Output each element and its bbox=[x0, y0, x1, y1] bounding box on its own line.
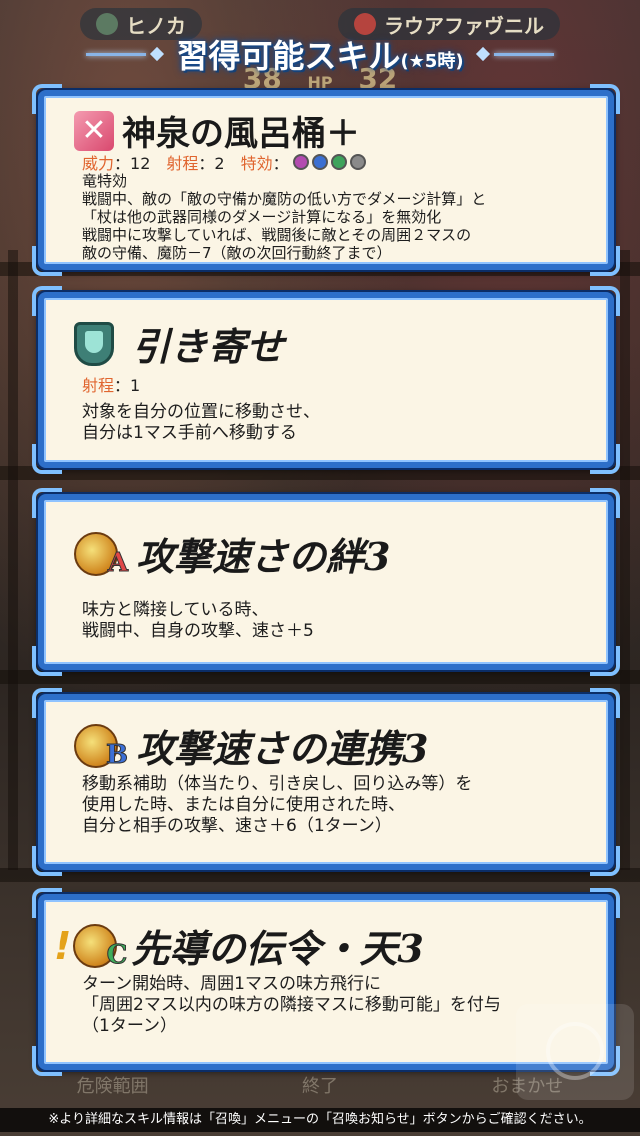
dragon-effective-icon bbox=[292, 154, 309, 170]
skill-name: 神泉の風呂桶＋ bbox=[122, 114, 360, 154]
weapon-icon: ✕ bbox=[74, 110, 114, 151]
footer-note: ※より詳細なスキル情報は「召喚」メニューの「召喚お知らせ」ボタンからご確認くださ… bbox=[0, 1108, 640, 1132]
skill-header: A 攻撃速さの絆3 bbox=[74, 526, 390, 581]
title-ornament bbox=[493, 52, 554, 56]
armor-effective-icon bbox=[311, 154, 328, 170]
background-post bbox=[620, 250, 630, 870]
skill-name: 引き寄せ bbox=[132, 324, 285, 369]
background-post bbox=[8, 250, 18, 870]
passive-c-icon: C bbox=[73, 923, 128, 970]
skill-description: 竜特効 戦闘中、敵の「敵の守備か魔防の低い方でダメージ計算」と 「杖は他の武器同… bbox=[82, 172, 487, 262]
page-title: 習得可能スキル(★5時) bbox=[176, 37, 464, 75]
passive-a-icon: A bbox=[74, 531, 129, 578]
skill-header: ! C 先導の伝令・天3 bbox=[54, 918, 424, 973]
passive-b-icon: B bbox=[74, 723, 128, 770]
skill-header: B 攻撃速さの連携3 bbox=[74, 718, 428, 773]
skill-description: 対象を自分の位置に移動させ、 自分は1マス手前へ移動する bbox=[82, 402, 320, 443]
cavalry-effective-icon bbox=[330, 154, 347, 170]
tab-end-turn[interactable]: 終了 bbox=[302, 1072, 338, 1098]
skill-description: 移動系補助（体当たり、引き戻し、回り込み等）を 使用した時、または自分に使用され… bbox=[82, 774, 473, 836]
unit-icon bbox=[96, 13, 118, 35]
slot-a-badge: A bbox=[107, 547, 128, 578]
flying-effective-icon bbox=[349, 154, 366, 170]
skill-header: ✕ 神泉の風呂桶＋ bbox=[74, 106, 360, 155]
shield-icon bbox=[74, 321, 114, 366]
skill-header: 引き寄せ bbox=[74, 316, 284, 371]
skill-stats: 射程 ：1 bbox=[82, 376, 141, 395]
assistive-touch-button[interactable] bbox=[516, 1004, 634, 1100]
skill-name: 攻撃速さの連携3 bbox=[136, 726, 429, 771]
skill-card-weapon[interactable]: ✕ 神泉の風呂桶＋ 威力 ：12 射程 ：2 特効： 竜特効 戦闘中、敵の「敵の守備… bbox=[32, 84, 620, 276]
skill-description: 味方と隣接している時、 戦闘中、自身の攻撃、速さ＋5 bbox=[82, 600, 314, 641]
slot-b-badge: B bbox=[106, 739, 129, 770]
skill-card-passive-a[interactable]: A 攻撃速さの絆3 味方と隣接している時、 戦闘中、自身の攻撃、速さ＋5 bbox=[32, 488, 620, 676]
tab-danger-area[interactable]: 危険範囲 bbox=[77, 1072, 149, 1098]
skill-name: 攻撃速さの絆3 bbox=[136, 534, 391, 579]
skill-name: 先導の伝令・天3 bbox=[131, 926, 424, 971]
title-banner: 習得可能スキル(★5時) bbox=[0, 34, 640, 75]
skill-card-passive-b[interactable]: B 攻撃速さの連携3 移動系補助（体当たり、引き戻し、回り込み等）を 使用した時… bbox=[32, 688, 620, 876]
new-skill-icon: ! bbox=[54, 923, 72, 968]
background-beam bbox=[0, 670, 640, 684]
background-beam bbox=[0, 466, 640, 480]
slot-c-badge: C bbox=[106, 939, 128, 970]
title-ornament bbox=[475, 46, 490, 62]
title-ornament bbox=[86, 52, 147, 56]
background-beam bbox=[0, 868, 640, 882]
skill-card-assist[interactable]: 引き寄せ 射程 ：1 対象を自分の位置に移動させ、 自分は1マス手前へ移動する bbox=[32, 286, 620, 474]
title-ornament bbox=[150, 46, 165, 62]
skill-description: ターン開始時、周囲1マスの味方飛行に 「周囲2マス以内の味方の隣接マスに移動可能… bbox=[82, 974, 501, 1036]
skill-stats: 威力 ：12 射程 ：2 特効： bbox=[82, 150, 369, 174]
